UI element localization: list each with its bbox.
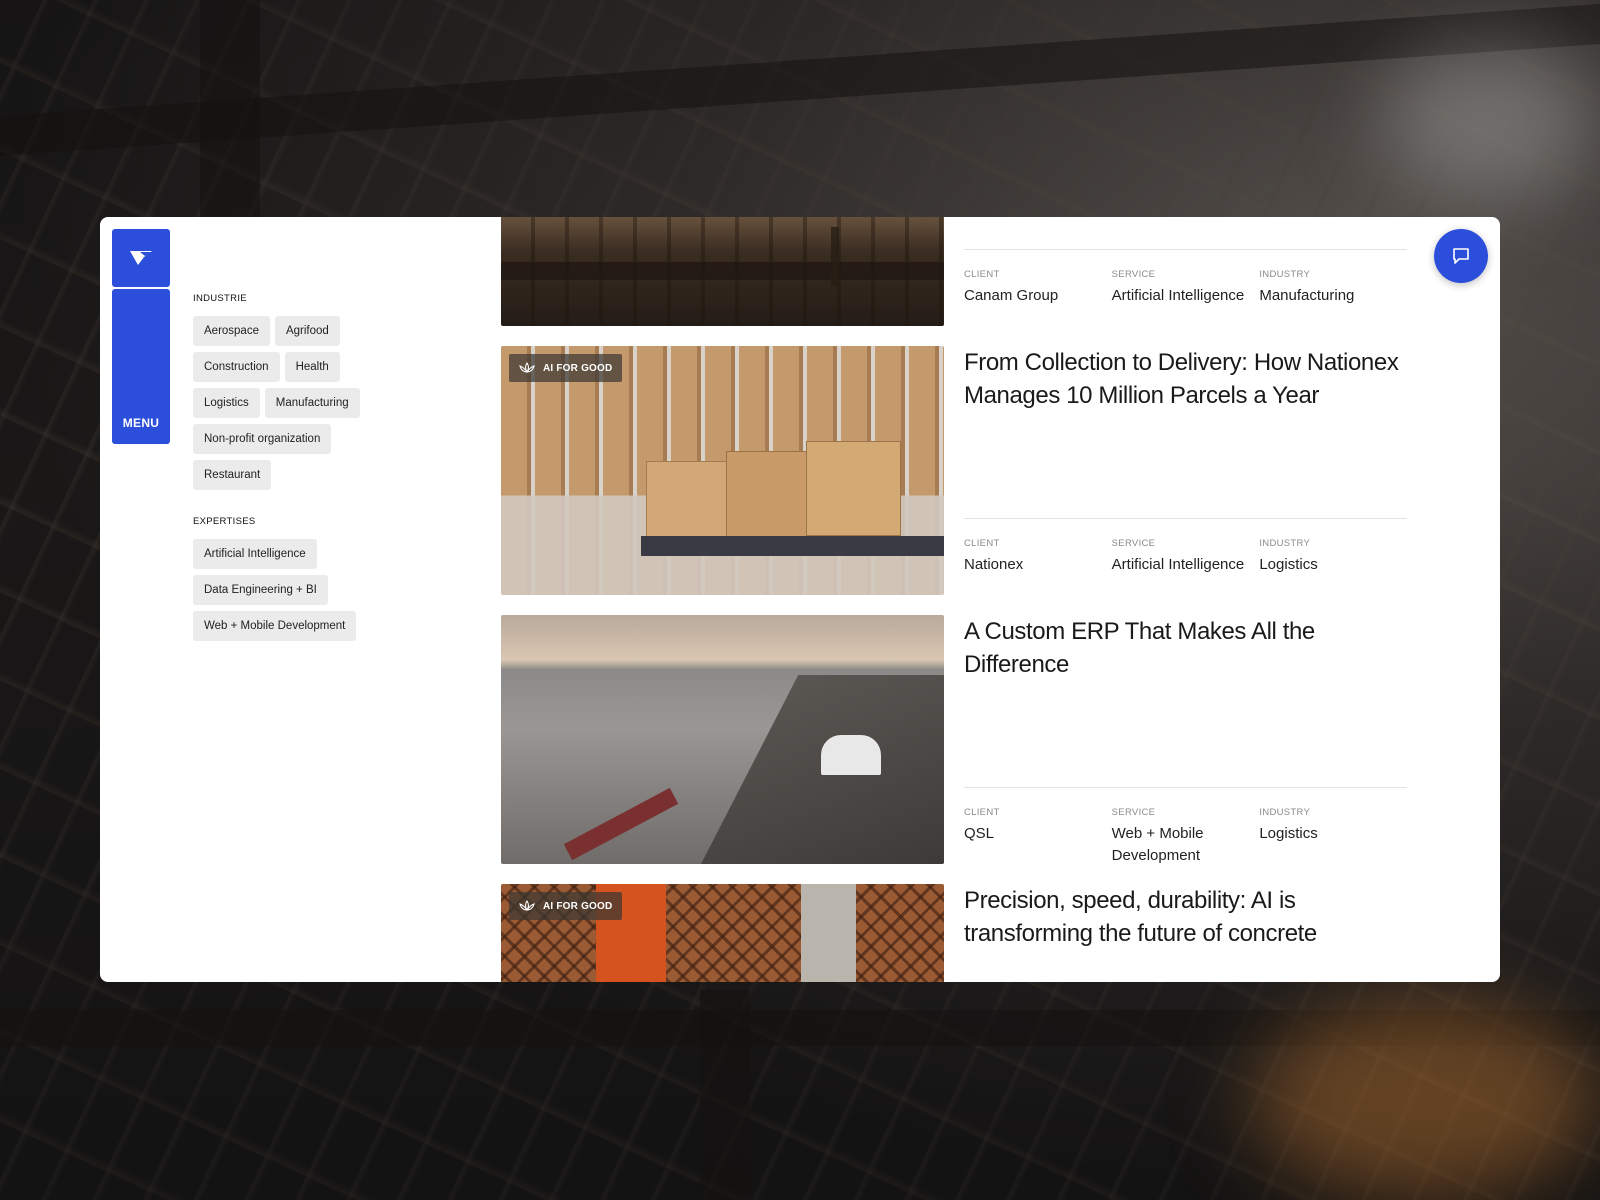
client-value: Canam Group — [964, 287, 1059, 304]
case-study-info: A Custom ERP That Makes All the Differen… — [964, 615, 1407, 864]
chat-button[interactable] — [1434, 229, 1488, 283]
case-study-info: CLIENT Canam Group SERVICE Artificial In… — [964, 217, 1407, 326]
menu-label: MENU — [122, 416, 160, 430]
lotus-icon — [519, 900, 535, 911]
industry-filter-list: Aerospace Agrifood Construction Health L… — [193, 316, 393, 490]
background-light — [1250, 1000, 1600, 1200]
client-label: CLIENT — [964, 538, 1000, 549]
industry-label: INDUSTRY — [1259, 538, 1311, 549]
case-study-image[interactable]: AI FOR GOOD — [501, 346, 944, 595]
menu-button[interactable]: MENU — [112, 289, 170, 444]
case-study-meta: CLIENT Nationex SERVICE Artificial Intel… — [964, 518, 1407, 576]
case-study-meta: CLIENT Canam Group SERVICE Artificial In… — [964, 249, 1407, 307]
background-beam — [700, 990, 750, 1200]
case-study-title[interactable]: Precision, speed, durability: AI is tran… — [964, 884, 1407, 950]
filter-chip-aerospace[interactable]: Aerospace — [193, 316, 270, 346]
client-value: Nationex — [964, 556, 1024, 573]
filters-sidebar: INDUSTRIE Aerospace Agrifood Constructio… — [193, 293, 393, 667]
filter-chip-non-profit[interactable]: Non-profit organization — [193, 424, 332, 454]
filter-chip-restaurant[interactable]: Restaurant — [193, 460, 272, 490]
industry-value: Logistics — [1259, 556, 1318, 573]
case-study-image[interactable] — [501, 217, 944, 326]
filter-chip-health[interactable]: Health — [284, 352, 340, 382]
case-study-meta: CLIENT QSL SERVICE Web + Mobile Developm… — [964, 787, 1407, 867]
badge-label: AI FOR GOOD — [543, 362, 613, 374]
background-beam — [200, 0, 260, 220]
industry-value: Logistics — [1259, 825, 1318, 842]
ai-for-good-badge: AI FOR GOOD — [509, 892, 623, 920]
badge-label: AI FOR GOOD — [543, 900, 613, 912]
filter-chip-manufacturing[interactable]: Manufacturing — [264, 388, 360, 418]
case-study-title[interactable]: From Collection to Delivery: How Natione… — [964, 346, 1407, 412]
filter-chip-artificial-intelligence[interactable]: Artificial Intelligence — [193, 539, 317, 569]
client-label: CLIENT — [964, 807, 1000, 818]
industry-filter-heading: INDUSTRIE — [193, 293, 247, 304]
client-label: CLIENT — [964, 269, 1000, 280]
service-value: Web + Mobile Development — [1111, 825, 1204, 864]
service-label: SERVICE — [1111, 538, 1156, 549]
industry-value: Manufacturing — [1259, 287, 1355, 304]
service-value: Artificial Intelligence — [1111, 556, 1245, 573]
service-label: SERVICE — [1111, 269, 1156, 280]
industry-label: INDUSTRY — [1259, 269, 1311, 280]
service-value: Artificial Intelligence — [1111, 287, 1245, 304]
service-label: SERVICE — [1111, 807, 1156, 818]
client-value: QSL — [964, 825, 995, 842]
ai-for-good-badge: AI FOR GOOD — [509, 354, 623, 382]
lotus-icon — [519, 362, 535, 373]
filter-chip-agrifood[interactable]: Agrifood — [274, 316, 340, 346]
industry-label: INDUSTRY — [1259, 807, 1311, 818]
filter-chip-construction[interactable]: Construction — [193, 352, 280, 382]
case-studies-panel: MENU INDUSTRIE Aerospace Agrifood Constr… — [100, 217, 1500, 982]
filter-chip-web-mobile[interactable]: Web + Mobile Development — [193, 611, 357, 641]
case-study-image[interactable] — [501, 615, 944, 864]
company-logo-icon — [130, 251, 152, 265]
case-study-info: From Collection to Delivery: How Natione… — [964, 346, 1407, 595]
case-study-title[interactable]: A Custom ERP That Makes All the Differen… — [964, 615, 1407, 681]
logo-button[interactable] — [112, 229, 170, 287]
case-study-info: Precision, speed, durability: AI is tran… — [964, 884, 1407, 982]
chat-bubble-icon — [1453, 248, 1469, 264]
expertise-filter-heading: EXPERTISES — [193, 516, 256, 527]
expertise-filter-list: Artificial Intelligence Data Engineering… — [193, 539, 393, 641]
case-study-image[interactable]: AI FOR GOOD — [501, 884, 944, 982]
filter-chip-logistics[interactable]: Logistics — [193, 388, 260, 418]
background-light — [1380, 40, 1600, 200]
filter-chip-data-engineering[interactable]: Data Engineering + BI — [193, 575, 328, 605]
